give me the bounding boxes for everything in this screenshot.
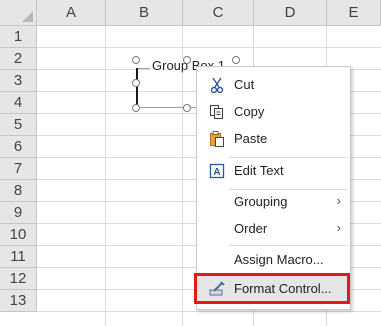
menu-item-grouping[interactable]: Grouping ›	[197, 189, 350, 216]
column-header-e[interactable]: E	[327, 0, 381, 26]
row-header-6[interactable]: 6	[0, 136, 37, 158]
menu-item-cut[interactable]: Cut	[197, 72, 350, 99]
resize-handle-bottom-left[interactable]	[132, 104, 140, 112]
menu-item-copy-label: Copy	[234, 104, 265, 119]
resize-handle-middle-left[interactable]	[132, 79, 140, 87]
row-header-11[interactable]: 11	[0, 246, 37, 268]
menu-item-edit-text[interactable]: A Edit Text	[197, 158, 350, 185]
scissors-icon	[210, 77, 224, 94]
row-header-12[interactable]: 12	[0, 268, 37, 290]
submenu-arrow-icon: ›	[336, 220, 341, 235]
menu-item-edit-text-label: Edit Text	[234, 163, 284, 178]
row-header-10[interactable]: 10	[0, 224, 37, 246]
select-all-corner[interactable]	[0, 0, 37, 26]
row-header-7[interactable]: 7	[0, 158, 37, 180]
menu-item-order-label: Order	[234, 221, 268, 236]
copy-icon	[209, 104, 224, 120]
row-header-9[interactable]: 9	[0, 202, 37, 224]
submenu-arrow-icon: ›	[336, 193, 341, 208]
svg-text:A: A	[213, 167, 220, 178]
resize-handle-top-middle[interactable]	[183, 56, 191, 64]
row-header-13[interactable]: 13	[0, 290, 37, 312]
edit-text-icon: A	[209, 163, 225, 179]
menu-item-paste[interactable]: Paste	[197, 126, 350, 153]
column-header-b[interactable]: B	[106, 0, 183, 26]
resize-handle-top-left[interactable]	[132, 56, 140, 64]
menu-item-assign-macro[interactable]: Assign Macro...	[197, 247, 350, 274]
row-header-4[interactable]: 4	[0, 92, 37, 114]
column-header-a[interactable]: A	[37, 0, 106, 26]
menu-item-cut-label: Cut	[234, 77, 255, 92]
resize-handle-bottom-middle[interactable]	[183, 104, 191, 112]
column-header-d[interactable]: D	[254, 0, 327, 26]
menu-item-assign-macro-label: Assign Macro...	[234, 252, 324, 267]
group-box-selected-edge	[136, 68, 138, 108]
menu-item-paste-label: Paste	[234, 131, 268, 146]
row-header-8[interactable]: 8	[0, 180, 37, 202]
format-control-highlight-box	[194, 273, 350, 304]
menu-item-copy[interactable]: Copy	[197, 99, 350, 126]
menu-item-grouping-label: Grouping	[234, 194, 288, 209]
row-header-1[interactable]: 1	[0, 26, 37, 48]
column-header-c[interactable]: C	[183, 0, 254, 26]
resize-handle-top-right[interactable]	[232, 56, 240, 64]
menu-item-order[interactable]: Order ›	[197, 216, 350, 243]
row-header-3[interactable]: 3	[0, 70, 37, 92]
row-header-5[interactable]: 5	[0, 114, 37, 136]
row-header-2[interactable]: 2	[0, 48, 37, 70]
paste-icon	[210, 131, 224, 147]
